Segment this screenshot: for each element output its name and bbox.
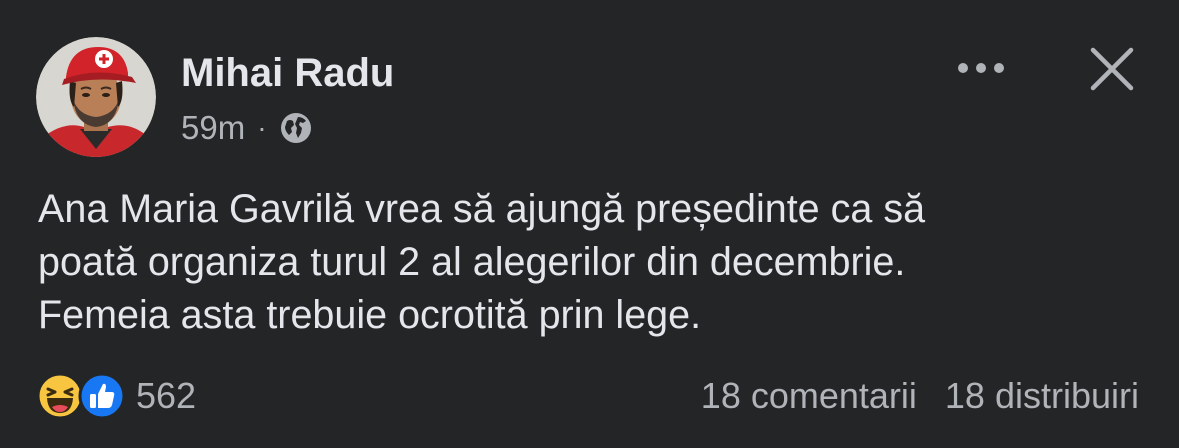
- post-text-line: poată organiza turul 2 al alegerilor din…: [38, 240, 906, 284]
- meta-separator: ·: [257, 112, 267, 143]
- avatar-photo: [36, 37, 156, 157]
- post-meta: 59m ·: [181, 108, 313, 148]
- shares-count[interactable]: 18 distribuiri: [945, 375, 1139, 417]
- reaction-count: 562: [136, 375, 197, 416]
- like-reaction-icon: [78, 372, 126, 420]
- haha-reaction-icon: [36, 372, 84, 420]
- post-timestamp[interactable]: 59m: [181, 109, 245, 147]
- author-avatar[interactable]: [36, 37, 156, 157]
- reactions-summary[interactable]: 562: [36, 370, 196, 422]
- post-card: Mihai Radu 59m · Ana Maria Gavrilă vrea …: [0, 0, 1179, 448]
- close-button[interactable]: [1085, 42, 1139, 96]
- author-name[interactable]: Mihai Radu: [181, 50, 394, 96]
- post-stats: 18 comentarii 18 distribuiri: [701, 373, 1139, 419]
- globe-icon[interactable]: [279, 111, 313, 145]
- post-text: Ana Maria Gavrilă vrea să ajungă președi…: [38, 183, 1148, 342]
- post-text-line: Femeia asta trebuie ocrotită prin lege.: [38, 293, 702, 337]
- close-icon: [1090, 47, 1134, 91]
- more-options-icon: [958, 63, 1004, 73]
- post-text-line: Ana Maria Gavrilă vrea să ajungă președi…: [38, 187, 926, 231]
- comments-count[interactable]: 18 comentarii: [701, 375, 917, 417]
- more-options-button[interactable]: [950, 48, 1012, 88]
